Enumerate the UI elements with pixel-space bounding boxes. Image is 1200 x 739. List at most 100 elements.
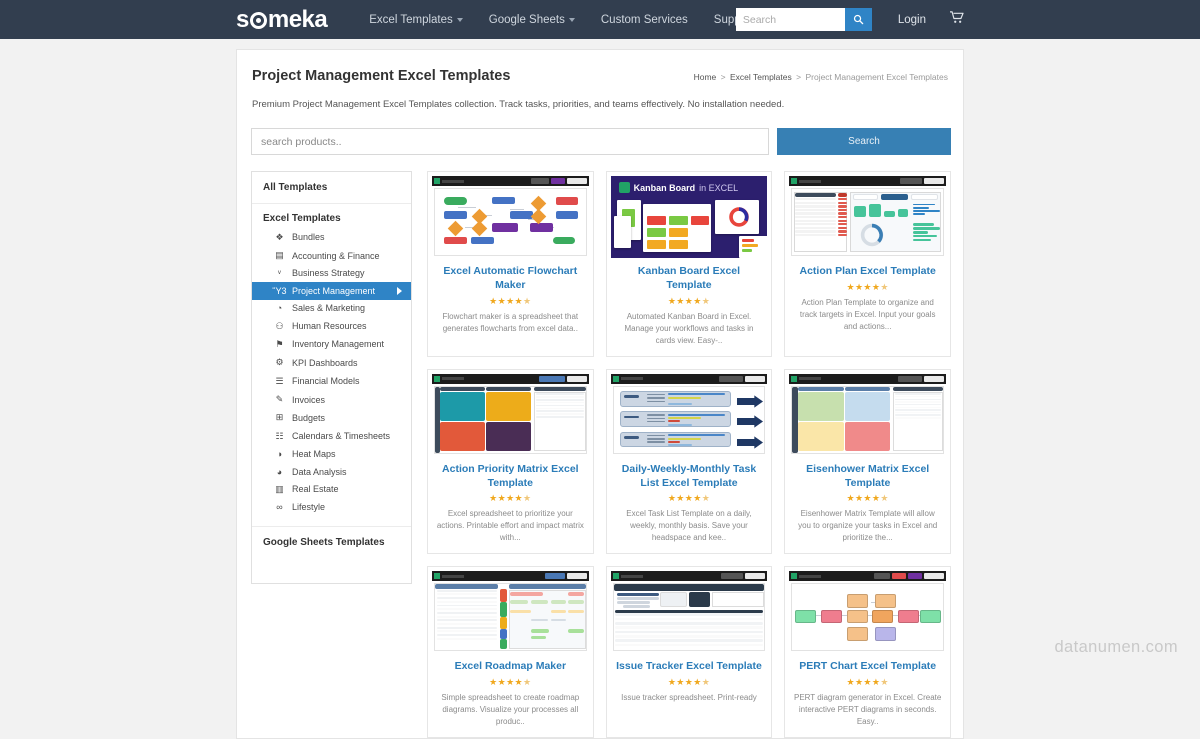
sidebar-item-invoices[interactable]: ✎ Invoices <box>252 390 411 408</box>
thumb-eisenhower-canvas <box>791 385 944 454</box>
product-title[interactable]: Excel Roadmap Maker <box>436 660 585 674</box>
nav-label: Custom Services <box>600 13 688 26</box>
login-link[interactable]: Login <box>898 14 926 26</box>
product-description: Simple spreadsheet to create roadmap dia… <box>441 693 580 727</box>
product-title[interactable]: Excel Automatic Flowchart Maker <box>436 265 585 293</box>
sidebar-item-label: Invoices <box>292 394 326 405</box>
sidebar-item-sales-marketing[interactable]: ◔ Sales & Marketing <box>252 300 411 317</box>
product-thumbnail[interactable] <box>610 571 768 654</box>
arrow-right-icon <box>737 415 764 428</box>
product-rating-stars: ★★★★★ <box>489 677 532 688</box>
header-search-input[interactable] <box>735 8 845 31</box>
breadcrumb-home[interactable]: Home <box>694 72 717 82</box>
product-thumbnail[interactable] <box>610 373 768 456</box>
breadcrumb-separator: > <box>796 72 802 82</box>
product-search-input[interactable] <box>251 128 769 155</box>
thumb-ribbon <box>789 176 946 186</box>
breadcrumb-parent[interactable]: Excel Templates <box>730 72 792 82</box>
sidebar-item-label: Data Analysis <box>292 466 347 477</box>
building-icon: ▥ <box>275 483 284 494</box>
sidebar-section-google-sheets[interactable]: Google Sheets Templates <box>252 527 411 558</box>
shopping-cart-icon[interactable] <box>950 10 964 29</box>
product-description: Eisenhower Matrix Template will allow yo… <box>798 509 938 543</box>
page-header-row: Project Management Excel Templates Home … <box>249 68 951 84</box>
pie-chart-icon: ◕ <box>276 466 283 477</box>
sidebar-item-bundles[interactable]: ❖ Bundles <box>252 228 411 246</box>
bar-chart-icon: ☰ <box>275 375 284 386</box>
bundles-icon: ❖ <box>275 231 284 242</box>
globe-icon: ◑ <box>276 449 283 460</box>
product-card[interactable]: Action Priority Matrix Excel Template ★★★… <box>427 368 594 555</box>
gauge-icon: ⚙ <box>275 357 284 368</box>
logo-text-part2: meka <box>267 5 328 33</box>
nav-item-google-sheets[interactable]: Google Sheets <box>489 14 575 26</box>
header-search-button[interactable] <box>844 8 872 31</box>
sidebar-section-excel-templates: Excel Templates <box>263 213 341 224</box>
product-rating-stars: ★★★★★ <box>846 493 889 504</box>
sidebar-item-kpi-dashboards[interactable]: ⚙ KPI Dashboards <box>252 354 411 372</box>
sidebar-item-inventory-management[interactable]: ⚑ Inventory Management <box>252 335 411 353</box>
product-description: Automated Kanban Board in Excel. Manage … <box>624 311 754 345</box>
sidebar-item-budgets[interactable]: ⊞ Budgets <box>252 409 411 427</box>
product-card[interactable]: Action Plan Excel Template ★★★★★ Action Pl… <box>784 171 951 357</box>
sidebar-item-all-templates[interactable]: All Templates <box>252 172 411 204</box>
product-search-button[interactable]: Search <box>777 128 951 155</box>
product-info: Excel Roadmap Maker ★★★★★ Simple spreadshe… <box>428 653 593 737</box>
product-thumbnail[interactable] <box>432 571 589 654</box>
sidebar-item-accounting-finance[interactable]: ▤ Accounting & Finance <box>252 246 411 264</box>
product-card[interactable]: Eisenhower Matrix Excel Template ★★★★★ Eis… <box>784 368 951 555</box>
site-header: s meka Excel Templates Google Sheets Cust… <box>0 0 1200 39</box>
product-thumbnail[interactable] <box>432 373 589 456</box>
product-thumbnail[interactable] <box>789 176 946 258</box>
product-title[interactable]: Action Plan Excel Template <box>793 265 942 279</box>
sidebar-item-real-estate[interactable]: ▥ Real Estate <box>252 480 411 498</box>
people-icon: ⚇ <box>275 320 284 331</box>
product-thumbnail[interactable] <box>789 373 946 456</box>
sidebar-item-label: Lifestyle <box>292 502 326 513</box>
thumb-ribbon <box>789 571 946 582</box>
product-title[interactable]: Action Priority Matrix Excel Template <box>436 463 585 491</box>
chevron-down-icon <box>568 17 575 22</box>
sidebar-item-financial-models[interactable]: ☰ Financial Models <box>252 372 411 390</box>
sidebar-item-calendars-timesheets[interactable]: ☷ Calendars & Timesheets <box>252 427 411 445</box>
site-logo[interactable]: s meka <box>236 5 328 34</box>
nav-label: Google Sheets <box>488 13 565 26</box>
nav-item-custom-services[interactable]: Custom Services <box>601 14 688 26</box>
sidebar-item-label: Budgets <box>292 412 326 423</box>
product-title[interactable]: PERT Chart Excel Template <box>793 660 942 674</box>
calendar-icon: ☷ <box>275 430 284 441</box>
nav-item-excel-templates[interactable]: Excel Templates <box>369 14 463 26</box>
search-icon <box>853 14 864 25</box>
header-right-cluster: Login <box>735 8 964 31</box>
product-info: PERT Chart Excel Template ★★★★★ PERT diagr… <box>785 653 950 737</box>
product-title[interactable]: Kanban Board Excel Template <box>615 265 764 293</box>
sidebar-item-lifestyle[interactable]: ∞ Lifestyle <box>252 499 411 516</box>
sidebar-item-heat-maps[interactable]: ◑ Heat Maps <box>252 446 411 463</box>
thumb-ribbon <box>610 571 768 582</box>
product-info: Kanban Board Excel Template ★★★★★ Automate… <box>607 258 772 356</box>
breadcrumb: Home > Excel Templates > Project Managem… <box>694 72 948 82</box>
sidebar-category-list: ❖ Bundles ▤ Accounting & Finance ᵛ Business S… <box>252 228 411 524</box>
main-nav: Excel Templates Google Sheets Custom Ser… <box>369 14 765 26</box>
product-title[interactable]: Daily-Weekly-Monthly Task List Excel Tem… <box>615 463 764 491</box>
product-card[interactable]: Issue Tracker Excel Template ★★★★★ Issue t… <box>605 566 773 739</box>
product-thumbnail[interactable] <box>789 571 946 654</box>
product-thumbnail[interactable]: Kanban Board in EXCEL <box>610 176 768 258</box>
product-title[interactable]: Eisenhower Matrix Excel Template <box>793 463 942 491</box>
product-card[interactable]: PERT Chart Excel Template ★★★★★ PERT diagr… <box>784 566 951 739</box>
header-search <box>735 8 872 31</box>
product-card[interactable]: Excel Roadmap Maker ★★★★★ Simple spreadshe… <box>427 566 594 739</box>
sidebar-item-data-analysis[interactable]: ◕ Data Analysis <box>252 463 411 480</box>
thumb-kanban-title: Kanban Board in EXCEL <box>611 176 768 193</box>
product-thumbnail[interactable] <box>432 176 589 258</box>
product-card[interactable]: Excel Automatic Flowchart Maker ★★★★★ Flow… <box>427 171 594 357</box>
product-card[interactable]: Kanban Board in EXCEL Kanban Board Excel T… <box>605 171 773 357</box>
product-title[interactable]: Issue Tracker Excel Template <box>615 660 764 674</box>
product-rating-stars: ★★★★★ <box>846 677 889 688</box>
sidebar-item-business-strategy[interactable]: ᵛ Business Strategy <box>252 265 411 282</box>
sidebar-item-project-management[interactable]: Ὕ3 Project Management <box>252 282 411 300</box>
sidebar-item-human-resources[interactable]: ⚇ Human Resources <box>252 317 411 335</box>
thumb-ribbon <box>432 373 589 384</box>
product-card[interactable]: Daily-Weekly-Monthly Task List Excel Tem… <box>605 368 773 555</box>
product-description: Excel Task List Template on a daily, wee… <box>626 509 752 543</box>
